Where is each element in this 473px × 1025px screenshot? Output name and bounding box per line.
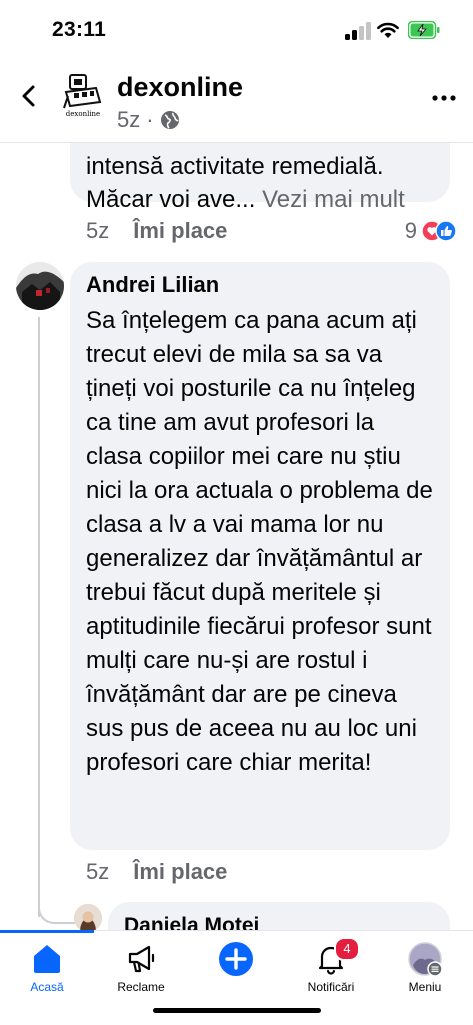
back-chevron-icon[interactable] <box>18 84 40 108</box>
user-photo-icon <box>16 262 64 310</box>
reply-avatar[interactable] <box>74 904 102 930</box>
post-age: 5z <box>117 107 141 132</box>
post-header: dexonline dexonline 5z · <box>0 60 473 143</box>
user-photo-icon <box>74 904 102 930</box>
tab-menu[interactable]: Meniu <box>378 931 472 1001</box>
status-time: 23:11 <box>52 18 107 41</box>
comment-bubble: intensă activitate remedială. Măcar voi … <box>70 142 450 213</box>
like-button[interactable]: Îmi place <box>133 859 227 885</box>
comment-text: intensă activitate remedială. Măcar voi … <box>86 150 446 216</box>
create-plus-icon <box>219 942 253 976</box>
status-bar: 23:11 <box>0 0 473 60</box>
comment-text: Sa înțelegem ca pana acum ați trecut ele… <box>86 307 433 776</box>
meta-separator: · <box>146 107 154 132</box>
megaphone-icon <box>128 945 155 973</box>
post-meta: 5z · <box>117 107 180 133</box>
wifi-icon <box>377 22 399 38</box>
profile-menu-icon <box>408 942 443 977</box>
comment-author[interactable]: Daniela Motei <box>124 914 259 930</box>
comment-actions: 5z Îmi place <box>86 218 227 244</box>
tab-label: Reclame <box>117 980 165 994</box>
commenter-avatar[interactable] <box>16 262 64 310</box>
tab-ads[interactable]: Reclame <box>94 931 188 1001</box>
page-name[interactable]: dexonline <box>117 72 243 103</box>
tab-create[interactable] <box>189 931 283 1001</box>
reactions-summary[interactable]: 9 <box>405 218 457 244</box>
tab-label: Notificări <box>307 980 355 994</box>
comment-age: 5z <box>86 859 110 884</box>
reply-bubble: Daniela Motei <box>108 902 450 930</box>
see-more-link[interactable]: Vezi mai mult <box>262 186 405 213</box>
logo-wordmark: dexonline <box>65 110 101 118</box>
battery-charging-icon <box>408 21 440 39</box>
thread-connector <box>38 902 76 924</box>
comment-actions: 5z Îmi place <box>86 859 227 885</box>
comment-author[interactable]: Andrei Lilian <box>86 272 219 298</box>
comment-age: 5z <box>86 218 110 243</box>
reaction-count: 9 <box>404 218 417 243</box>
notification-badge: 4 <box>334 937 360 961</box>
tab-label: Meniu <box>408 980 442 994</box>
thread-line <box>38 317 40 917</box>
comments-list: intensă activitate remedială. Măcar voi … <box>0 142 473 930</box>
globe-public-icon <box>160 111 179 129</box>
home-indicator <box>153 1008 321 1013</box>
tab-label: Acasă <box>30 980 64 994</box>
tab-home[interactable]: Acasă <box>0 931 94 1001</box>
cellular-signal-icon <box>345 22 373 40</box>
love-like-reactions-icon <box>421 220 457 242</box>
comment-bubble: Andrei Lilian Sa înțelegem ca pana acum … <box>70 262 450 850</box>
more-options-icon[interactable] <box>432 95 456 101</box>
like-button[interactable]: Îmi place <box>133 218 227 244</box>
page-logo-avatar[interactable]: dexonline <box>62 72 104 122</box>
tab-notifications[interactable]: 4 Notificări <box>284 931 378 1001</box>
home-icon <box>34 945 60 973</box>
